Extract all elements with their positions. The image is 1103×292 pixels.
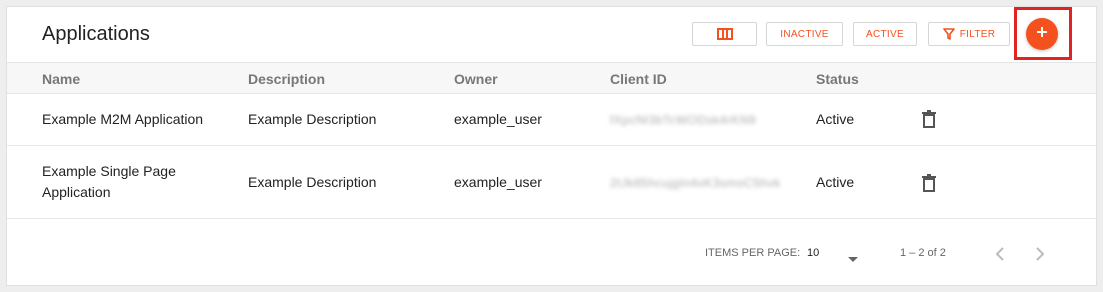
- filter-label: FILTER: [959, 28, 996, 40]
- chevron-left-icon[interactable]: [995, 246, 1005, 267]
- chevron-right-icon[interactable]: [1035, 246, 1045, 267]
- table-header: Name Description Owner Client ID Status: [7, 62, 1096, 94]
- active-label: ACTIVE: [866, 28, 904, 40]
- add-application-button[interactable]: [1026, 18, 1058, 50]
- app-name[interactable]: Example Single Page Application: [42, 161, 212, 203]
- header-client-id[interactable]: Client ID: [610, 71, 667, 87]
- plus-icon: [1036, 25, 1048, 43]
- header-status[interactable]: Status: [816, 71, 859, 87]
- table-row[interactable]: Example M2M Application Example Descript…: [7, 94, 1096, 146]
- inactive-label: INACTIVE: [780, 28, 829, 40]
- items-per-page-label: ITEMS PER PAGE:: [705, 247, 801, 259]
- inactive-button[interactable]: INACTIVE: [766, 22, 843, 46]
- trash-icon[interactable]: [922, 110, 936, 133]
- table-row[interactable]: Example Single Page Application Example …: [7, 146, 1096, 219]
- app-status: Active: [816, 111, 855, 127]
- filter-button[interactable]: FILTER: [928, 22, 1010, 46]
- app-client-id: 2tJk85hcujgIn4xK3smoC5hvk: [610, 176, 781, 190]
- pagination-range: 1 – 2 of 2: [900, 247, 946, 259]
- app-owner: example_user: [454, 174, 542, 190]
- items-per-page-value: 10: [807, 247, 820, 259]
- trash-icon[interactable]: [922, 174, 936, 197]
- header-name[interactable]: Name: [42, 71, 80, 87]
- app-status: Active: [816, 174, 855, 190]
- applications-card: Applications INACTIVE ACTIVE FILTER Name…: [6, 6, 1097, 286]
- app-name[interactable]: Example M2M Application: [42, 109, 203, 130]
- filter-icon: [942, 28, 955, 40]
- items-per-page-select[interactable]: 10: [807, 243, 865, 263]
- app-owner: example_user: [454, 111, 542, 127]
- app-description: Example Description: [248, 111, 377, 127]
- caret-down-icon: [848, 250, 858, 268]
- page-title: Applications: [42, 23, 150, 45]
- app-description: Example Description: [248, 174, 377, 190]
- columns-button[interactable]: [692, 22, 757, 46]
- header-owner[interactable]: Owner: [454, 71, 498, 87]
- active-button[interactable]: ACTIVE: [853, 22, 917, 46]
- app-client-id: fXpcNl3bTcWODsk4rKN9: [610, 113, 757, 127]
- columns-icon: [716, 28, 733, 40]
- header-description[interactable]: Description: [248, 71, 325, 87]
